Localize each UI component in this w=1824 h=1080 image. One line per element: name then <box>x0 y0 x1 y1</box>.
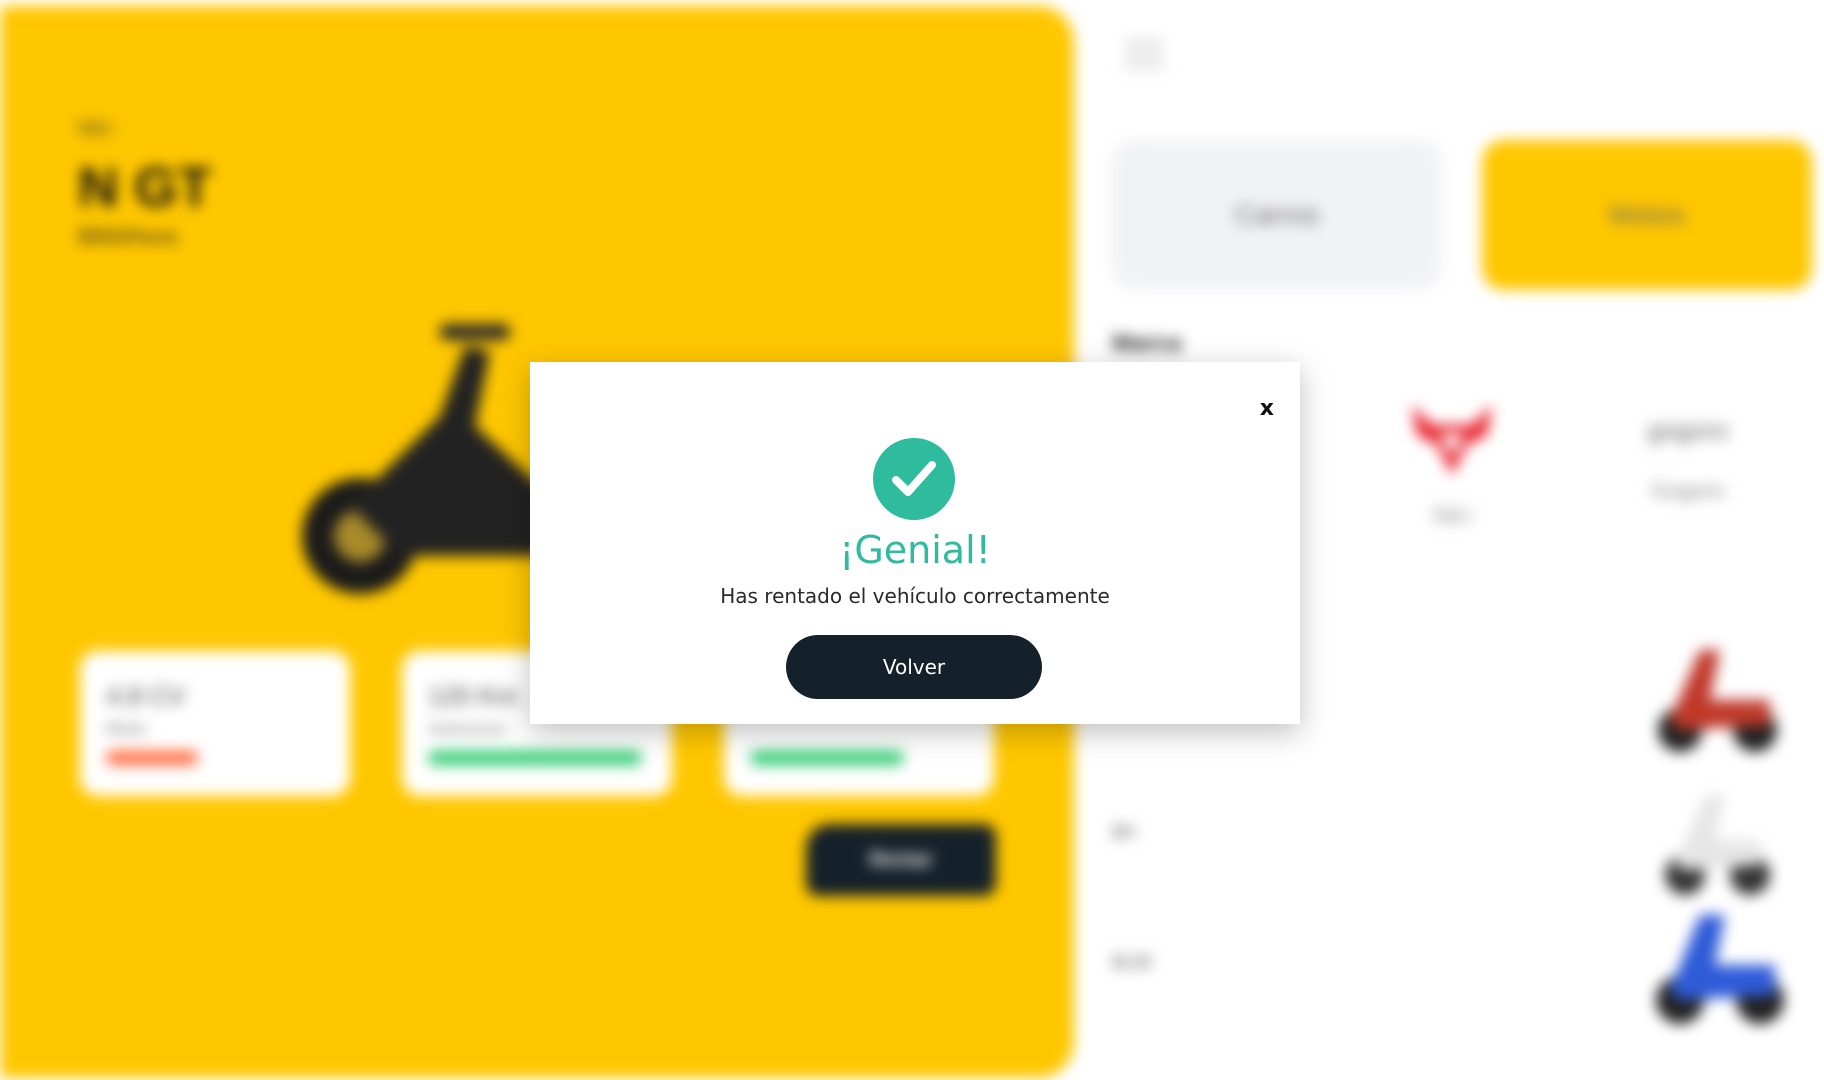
rent-button[interactable]: Rentar <box>806 824 996 896</box>
spec-bar <box>750 751 904 765</box>
list-price: $L00 <box>1112 952 1153 972</box>
menu-icon[interactable] <box>1124 40 1164 76</box>
modal-title: ¡Genial! <box>839 528 991 572</box>
vehicle-brand: NIU <box>78 118 113 140</box>
success-modal: x ¡Genial! Has rentado el vehículo corre… <box>530 362 1300 724</box>
checkmark-icon <box>892 461 936 496</box>
scooter-thumbnail <box>1656 915 1784 1024</box>
spec-card-motor: 4.8 CV Motor <box>80 651 350 796</box>
vehicle-price: $900/hora <box>78 224 178 249</box>
gogoro-wordmark-icon: gogoro <box>1647 415 1729 445</box>
spec-bar <box>106 751 198 765</box>
brand-gogoro[interactable]: gogoro Gogoro <box>1628 400 1748 504</box>
modal-message: Has rentado el vehículo correctamente <box>720 584 1110 608</box>
close-button[interactable]: x <box>1260 396 1274 421</box>
brand-section-label: Marca <box>1112 330 1182 357</box>
check-circle-icon <box>873 438 955 520</box>
spec-bar <box>428 751 642 765</box>
list-price: $H <box>1112 822 1136 842</box>
vehicle-model: N GT <box>78 155 212 218</box>
category-cars-button[interactable]: Carros <box>1112 140 1442 290</box>
back-button[interactable]: Volver <box>786 635 1042 699</box>
niu-bull-logo-icon <box>1412 405 1492 475</box>
scooter-thumbnail <box>1665 795 1770 895</box>
category-motos-button[interactable]: Motos <box>1482 140 1812 290</box>
scooter-thumbnail <box>1658 650 1777 752</box>
brand-niu[interactable]: NIU <box>1392 400 1512 529</box>
